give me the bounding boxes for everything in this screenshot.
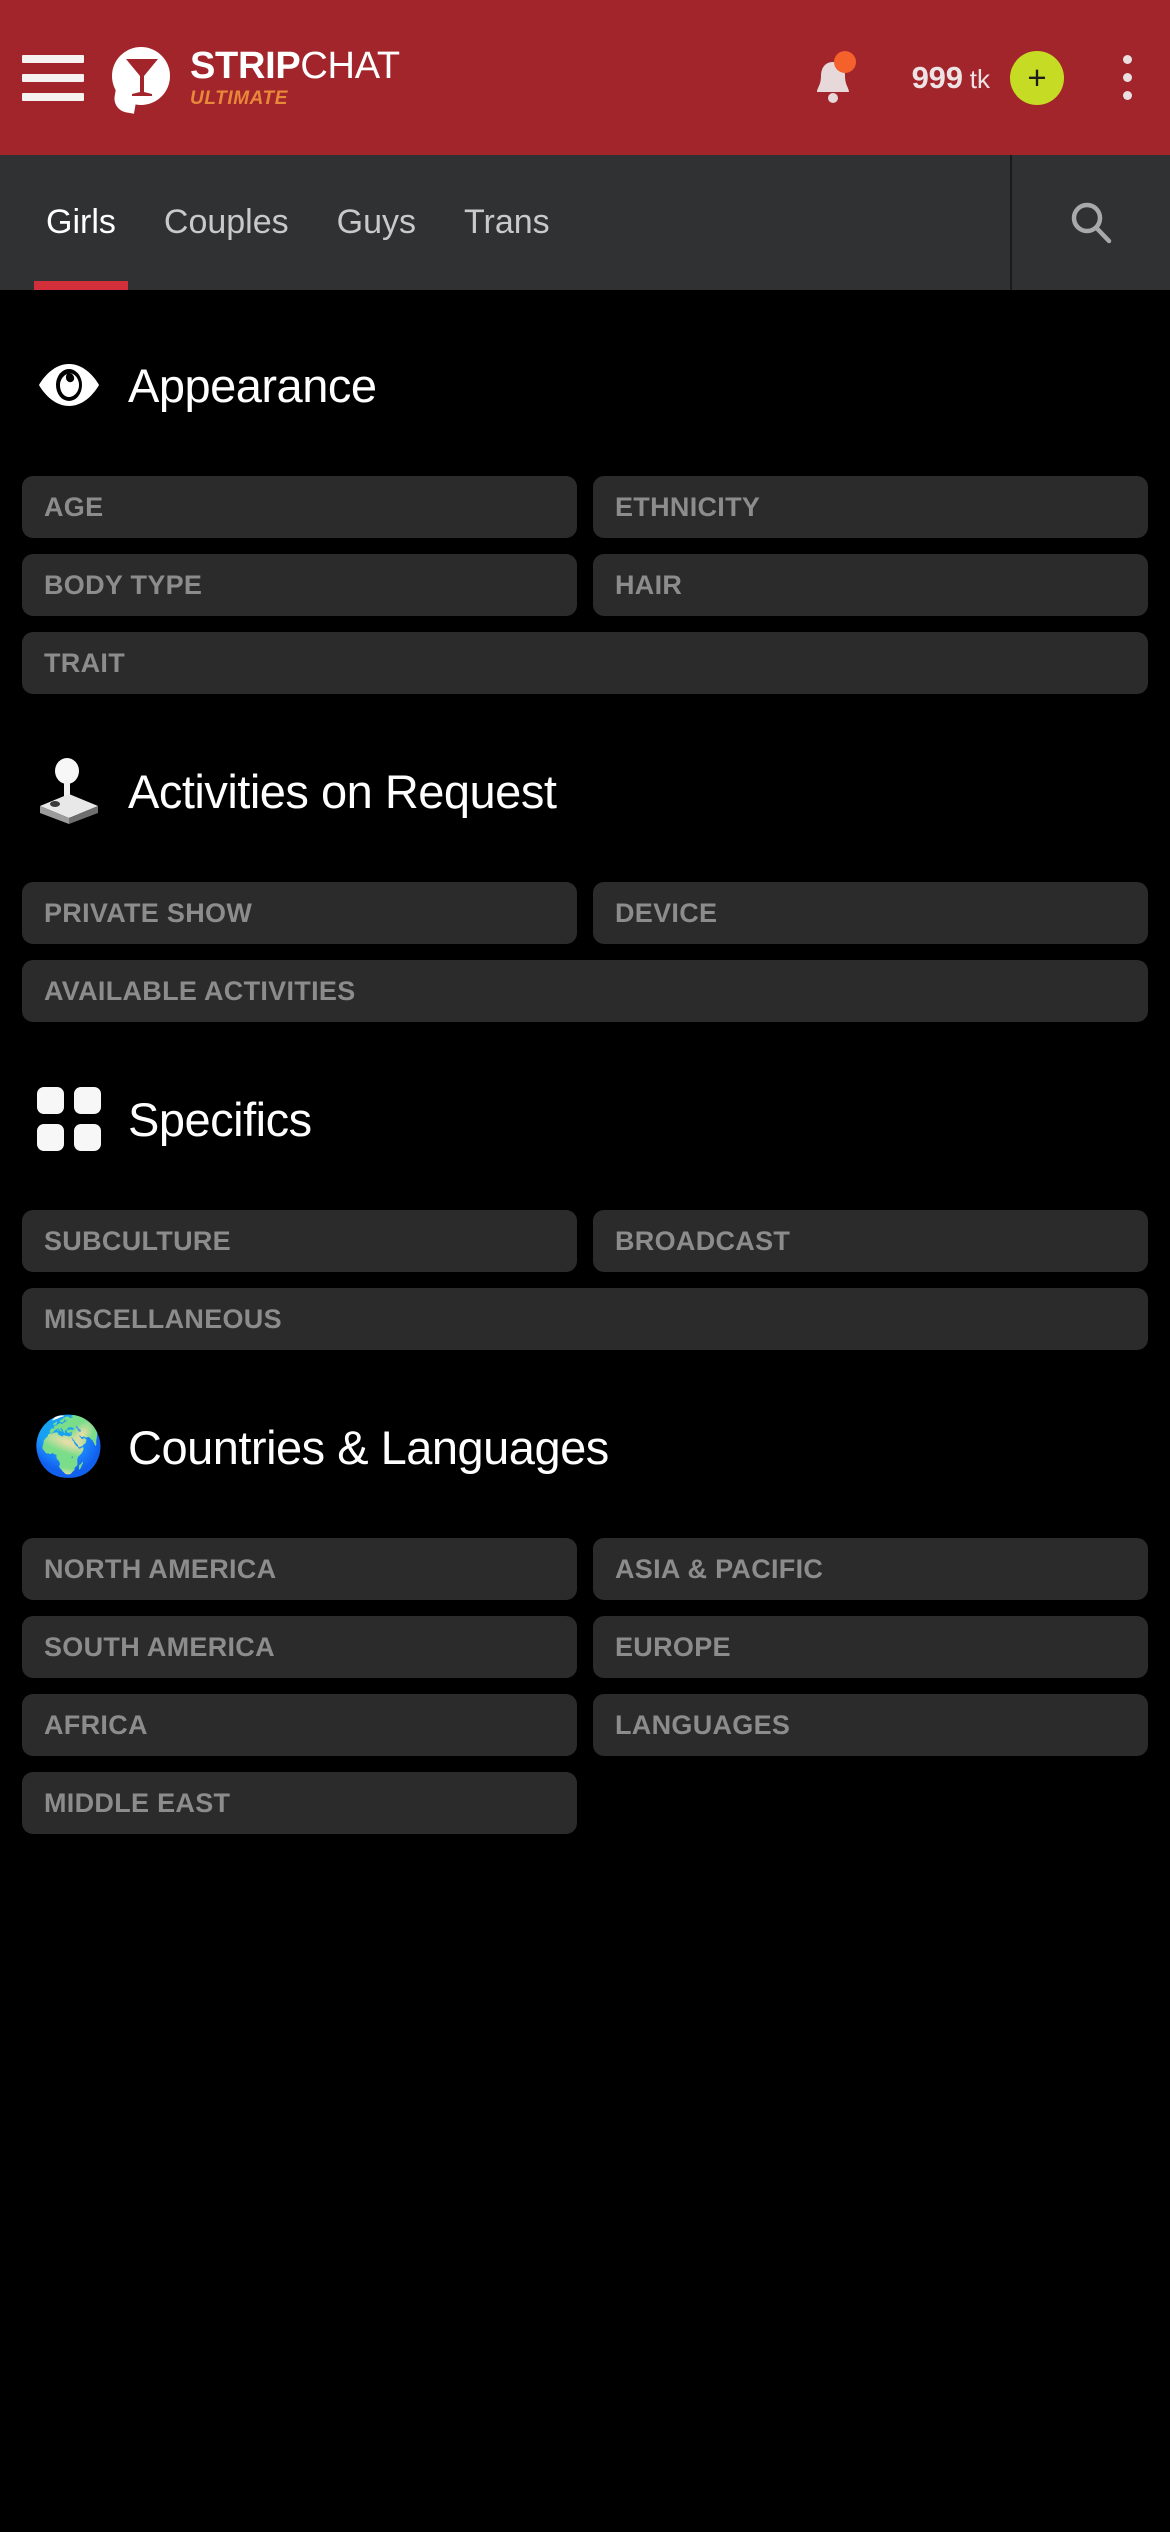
- notification-badge-dot: [833, 50, 856, 73]
- section-header: 🌍 Countries & Languages: [22, 1414, 1148, 1480]
- hamburger-bar: [22, 73, 84, 82]
- filter-chip[interactable]: AFRICA: [22, 1694, 577, 1756]
- filter-chip-group: SUBCULTURE BROADCAST MISCELLANEOUS: [22, 1210, 1148, 1350]
- filter-chip[interactable]: PRIVATE SHOW: [22, 882, 577, 944]
- filter-chip[interactable]: MIDDLE EAST: [22, 1772, 577, 1834]
- kebab-dot: [1122, 55, 1132, 64]
- filter-section: 🌍 Countries & Languages NORTH AMERICA ASIA …: [22, 1350, 1148, 1834]
- eye-icon: [39, 364, 99, 406]
- section-title: Appearance: [128, 358, 377, 412]
- search-button[interactable]: [1010, 155, 1170, 290]
- category-nav: Girls Couples Guys Trans: [0, 155, 1170, 290]
- filter-chip-group: AGE ETHNICITY BODY TYPE HAIR TRAIT: [22, 476, 1148, 694]
- section-header: Specifics: [22, 1086, 1148, 1152]
- filter-section: Activities on Request PRIVATE SHOW DEVICE A…: [22, 694, 1148, 1022]
- hamburger-menu-icon[interactable]: [22, 54, 84, 101]
- token-balance[interactable]: 999 tk: [912, 60, 990, 96]
- filter-chip-group: NORTH AMERICA ASIA & PACIFIC SOUTH AMERICA…: [22, 1538, 1148, 1834]
- filter-chip[interactable]: TRAIT: [22, 632, 1148, 694]
- token-unit: tk: [969, 63, 990, 94]
- filter-chip[interactable]: AGE: [22, 476, 577, 538]
- speech-bubble-martini-logo: [112, 46, 174, 114]
- nav-tab-girls[interactable]: Girls: [22, 155, 140, 290]
- globe-icon: 🌍: [32, 1414, 106, 1479]
- section-title: Activities on Request: [128, 764, 557, 818]
- hamburger-bar: [22, 92, 84, 101]
- app-header: STRIPCHAT ULTIMATE 999 tk +: [0, 0, 1170, 155]
- filter-chip[interactable]: LANGUAGES: [593, 1694, 1148, 1756]
- filter-chip[interactable]: ASIA & PACIFIC: [593, 1538, 1148, 1600]
- filter-chip[interactable]: MISCELLANEOUS: [22, 1288, 1148, 1350]
- filter-chip[interactable]: BODY TYPE: [22, 554, 577, 616]
- hamburger-bar: [22, 54, 84, 63]
- filter-section: Appearance AGE ETHNICITY BODY TYPE HAIR TRAIT: [22, 290, 1148, 694]
- add-tokens-button[interactable]: +: [1010, 50, 1064, 105]
- filter-chip[interactable]: EUROPE: [593, 1616, 1148, 1678]
- nav-tab-guys[interactable]: Guys: [313, 155, 440, 290]
- joystick-icon: [36, 758, 102, 824]
- kebab-menu-icon[interactable]: [1110, 49, 1144, 107]
- kebab-dot: [1122, 73, 1132, 82]
- site-logo[interactable]: STRIPCHAT ULTIMATE: [112, 46, 400, 114]
- nav-tab-couples[interactable]: Couples: [140, 155, 313, 290]
- header-actions: 999 tk +: [806, 49, 1144, 107]
- filter-chip[interactable]: SOUTH AMERICA: [22, 1616, 577, 1678]
- filter-chip[interactable]: SUBCULTURE: [22, 1210, 577, 1272]
- filter-chip[interactable]: BROADCAST: [593, 1210, 1148, 1272]
- kebab-dot: [1122, 91, 1132, 100]
- filter-sections: Appearance AGE ETHNICITY BODY TYPE HAIR TRAIT…: [0, 290, 1170, 1834]
- section-title: Specifics: [128, 1092, 312, 1146]
- token-amount: 999: [911, 59, 963, 95]
- martini-glass-icon: [126, 58, 158, 96]
- search-icon: [1071, 202, 1112, 243]
- joystick-icon: [40, 758, 98, 824]
- logo-name-light: CHAT: [300, 45, 400, 87]
- logo-wordmark: STRIPCHAT ULTIMATE: [190, 47, 400, 108]
- filter-chip[interactable]: AVAILABLE ACTIVITIES: [22, 960, 1148, 1022]
- section-title: Countries & Languages: [128, 1420, 609, 1474]
- filter-chip-group: PRIVATE SHOW DEVICE AVAILABLE ACTIVITIES: [22, 882, 1148, 1022]
- nav-tab-list: Girls Couples Guys Trans: [0, 155, 1010, 290]
- filter-chip[interactable]: ETHNICITY: [593, 476, 1148, 538]
- filter-chip[interactable]: HAIR: [593, 554, 1148, 616]
- logo-tagline: ULTIMATE: [190, 88, 289, 109]
- eye-icon: [36, 352, 102, 418]
- grid-four-squares-icon: [37, 1087, 101, 1151]
- notifications-button[interactable]: [806, 49, 860, 107]
- section-header: Activities on Request: [22, 758, 1148, 824]
- filter-chip[interactable]: DEVICE: [593, 882, 1148, 944]
- grid-four-squares-icon: [36, 1086, 102, 1152]
- filter-section: Specifics SUBCULTURE BROADCAST MISCELLANEOU…: [22, 1022, 1148, 1350]
- filter-chip[interactable]: NORTH AMERICA: [22, 1538, 577, 1600]
- logo-name-bold: STRIP: [190, 45, 301, 87]
- nav-tab-trans[interactable]: Trans: [440, 155, 574, 290]
- section-header: Appearance: [22, 352, 1148, 418]
